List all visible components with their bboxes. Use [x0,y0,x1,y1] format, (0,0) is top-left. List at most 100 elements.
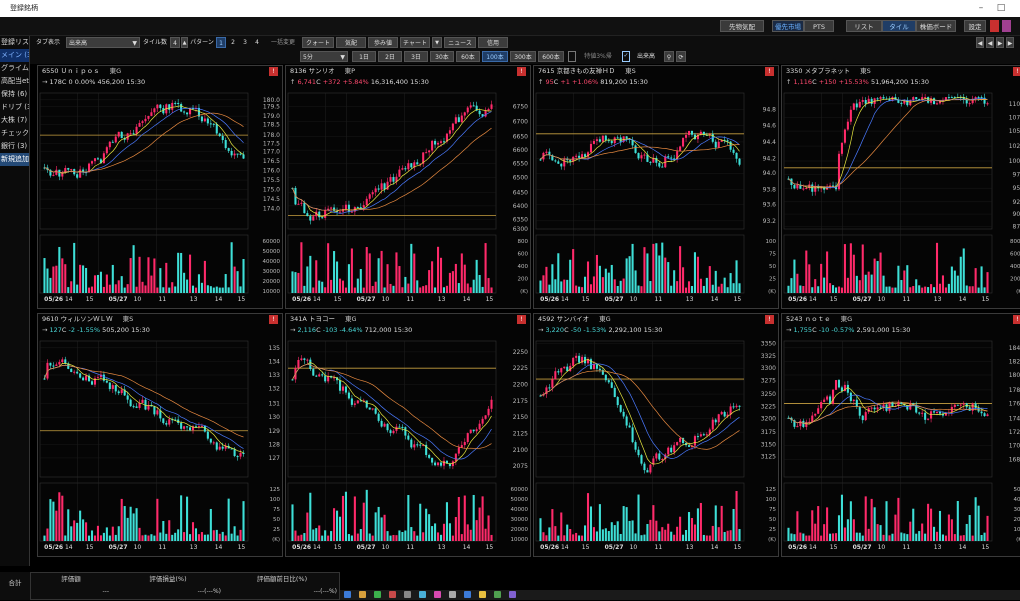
special-price-checkbox[interactable] [568,51,576,62]
sort-select[interactable]: 出来高▼ [66,37,140,48]
tile-count-input[interactable]: 4 [170,37,180,48]
range-2d-button[interactable]: 2日 [378,51,402,62]
volume-bar [626,507,628,541]
taskbar-app-icon[interactable] [419,591,426,598]
alert-icon[interactable]: ! [517,67,526,76]
alert-icon[interactable]: ! [269,67,278,76]
chart-panel[interactable]: 8136 サンリオ東P!↑6,741C +372 +5.84% 16,316,4… [285,65,531,309]
volume-axis-tick: 400 [1014,497,1020,503]
sidebar-item[interactable]: 登録リスト [0,36,29,49]
chart-panel[interactable]: 5243 ｎｏｔｅ東G!→1,755C -10 -0.57% 2,591,000… [781,313,1020,557]
sidebar-item[interactable]: メイン (32) [0,49,29,62]
prev-page-icon[interactable]: ◀ [986,37,994,48]
settings-button[interactable]: 設定 [964,20,986,32]
taskbar-app-icon[interactable] [344,591,351,598]
link-icon[interactable] [1002,20,1011,32]
candlestick-chart[interactable]: 2250222522002175215021252100207560000500… [286,337,531,557]
range-3d-button[interactable]: 3日 [404,51,428,62]
range-600-button[interactable]: 600本 [538,51,564,62]
alert-icon[interactable]: ! [1013,67,1020,76]
candlestick-chart[interactable]: 94.894.694.494.294.093.893.693.210075502… [534,89,779,309]
alert-icon[interactable]: ! [517,315,526,324]
tick-tool-button[interactable]: 歩み値 [368,37,398,48]
sidebar-item[interactable]: ドリブ (3) [0,101,29,114]
sidebar-item[interactable]: 新規追加 [0,153,29,166]
volume-bar [242,259,244,293]
taskbar-app-icon[interactable] [464,591,471,598]
maximize-icon[interactable]: □ [994,0,1008,17]
candle [384,183,386,189]
chart-menu-chevron-icon[interactable]: ▼ [432,37,442,48]
pattern-2-button[interactable]: 2 [228,37,238,48]
first-page-icon[interactable]: ◀ [976,37,984,48]
volume-bar [602,529,604,541]
sidebar-item[interactable]: グライム (6) [0,62,29,75]
range-100-button[interactable]: 100本 [482,51,508,62]
taskbar-app-icon[interactable] [404,591,411,598]
candle [136,406,138,407]
taskbar-app-icon[interactable] [359,591,366,598]
quote-tool-button[interactable]: クォート [302,37,334,48]
chart-panel[interactable]: 4592 サンバイオ東G!→3,220C -50 -1.53% 2,292,10… [533,313,779,557]
time-axis-tick: 13 [686,544,694,551]
taskbar-app-icon[interactable] [494,591,501,598]
minimize-icon[interactable]: – [974,0,988,17]
list-view-button[interactable]: リスト [846,20,882,32]
taskbar-app-icon[interactable] [509,591,516,598]
alert-icon[interactable]: ! [269,315,278,324]
taskbar-app-icon[interactable] [449,591,456,598]
volume-axis-tick: 75 [769,252,776,258]
chart-panel[interactable]: 7615 京都きもの友禅ＨＤ東S!↑95C +1 +1.06% 819,200 … [533,65,779,309]
sidebar-item[interactable]: チェック用 ( [0,127,29,140]
chart-tool-button[interactable]: チャート [400,37,430,48]
search-icon[interactable]: ⚲ [664,51,674,62]
chart-panel[interactable]: 6550 Ｕｎｉｐｏｓ東G!→178C 0 0.00% 456,200 15:3… [37,65,283,309]
range-1d-button[interactable]: 1日 [352,51,376,62]
interval-select[interactable]: 5分▼ [300,51,348,62]
margin-tool-button[interactable]: 信用 [478,37,508,48]
alert-icon[interactable]: ! [765,67,774,76]
chart-panel[interactable]: 3350 メタプラネット東S!↑1,116C +150 +15.53% 51,9… [781,65,1020,309]
sidebar-item[interactable]: 保持 (6) [0,88,29,101]
news-tool-button[interactable]: ニュース [444,37,476,48]
candlestick-chart[interactable]: 3350332533003275325032253200317531503125… [534,337,779,557]
sidebar-item[interactable]: 銀行 (3) [0,140,29,153]
sidebar-item[interactable]: 大株 (7) [0,114,29,127]
range-30-button[interactable]: 30本 [430,51,454,62]
pattern-4-button[interactable]: 4 [252,37,262,48]
candlestick-chart[interactable]: 1840182018001780176017401720170016805004… [782,337,1020,557]
price-axis-tick: 132 [269,386,281,393]
volume-bar [213,288,215,293]
taskbar-app-icon[interactable] [389,591,396,598]
candlestick-chart[interactable]: 180.0179.5179.0178.5178.0177.5177.0176.5… [38,89,283,309]
candlestick-chart[interactable]: 135134133132131130129128127125100755025(… [38,337,283,557]
volume-checkbox[interactable]: ✓ [622,51,630,62]
pts-button[interactable]: PTS [804,20,834,32]
board-tool-button[interactable]: 気配 [336,37,366,48]
volume-bar [85,522,87,541]
tile-view-button[interactable]: タイル [882,20,916,32]
alert-icon[interactable]: ! [1013,315,1020,324]
chart-panel[interactable]: 9610 ウィルソンＷＬＷ東S!→127C -2 -1.55% 505,200 … [37,313,283,557]
pattern-3-button[interactable]: 3 [240,37,250,48]
alert-icon[interactable] [990,20,999,32]
taskbar-app-icon[interactable] [479,591,486,598]
next-page-icon[interactable]: ▶ [996,37,1004,48]
candlestick-chart[interactable]: 6750670066506600655065006450640063506300… [286,89,531,309]
alert-icon[interactable]: ! [765,315,774,324]
sidebar-item[interactable]: 高配当etf [0,75,29,88]
pattern-1-button[interactable]: 1 [216,37,226,48]
futures-quote-button[interactable]: 先物気配 [720,20,764,32]
range-60-button[interactable]: 60本 [456,51,480,62]
chart-panel[interactable]: 341A トヨコー東G!→2,116C -103 -4.64% 712,000 … [285,313,531,557]
taskbar-app-icon[interactable] [374,591,381,598]
last-page-icon[interactable]: ▶ [1006,37,1014,48]
refresh-icon[interactable]: ⟳ [676,51,686,62]
stock-board-button[interactable]: 株価ボード [916,20,956,32]
tile-count-spinner-icon[interactable]: ▲ [181,37,188,48]
priority-market-button[interactable]: 優先市場 [772,20,804,32]
range-300-button[interactable]: 300本 [510,51,536,62]
volume-bar [652,505,654,541]
taskbar-app-icon[interactable] [434,591,441,598]
candlestick-chart[interactable]: 1100107510501025100097595092590087580006… [782,89,1020,309]
